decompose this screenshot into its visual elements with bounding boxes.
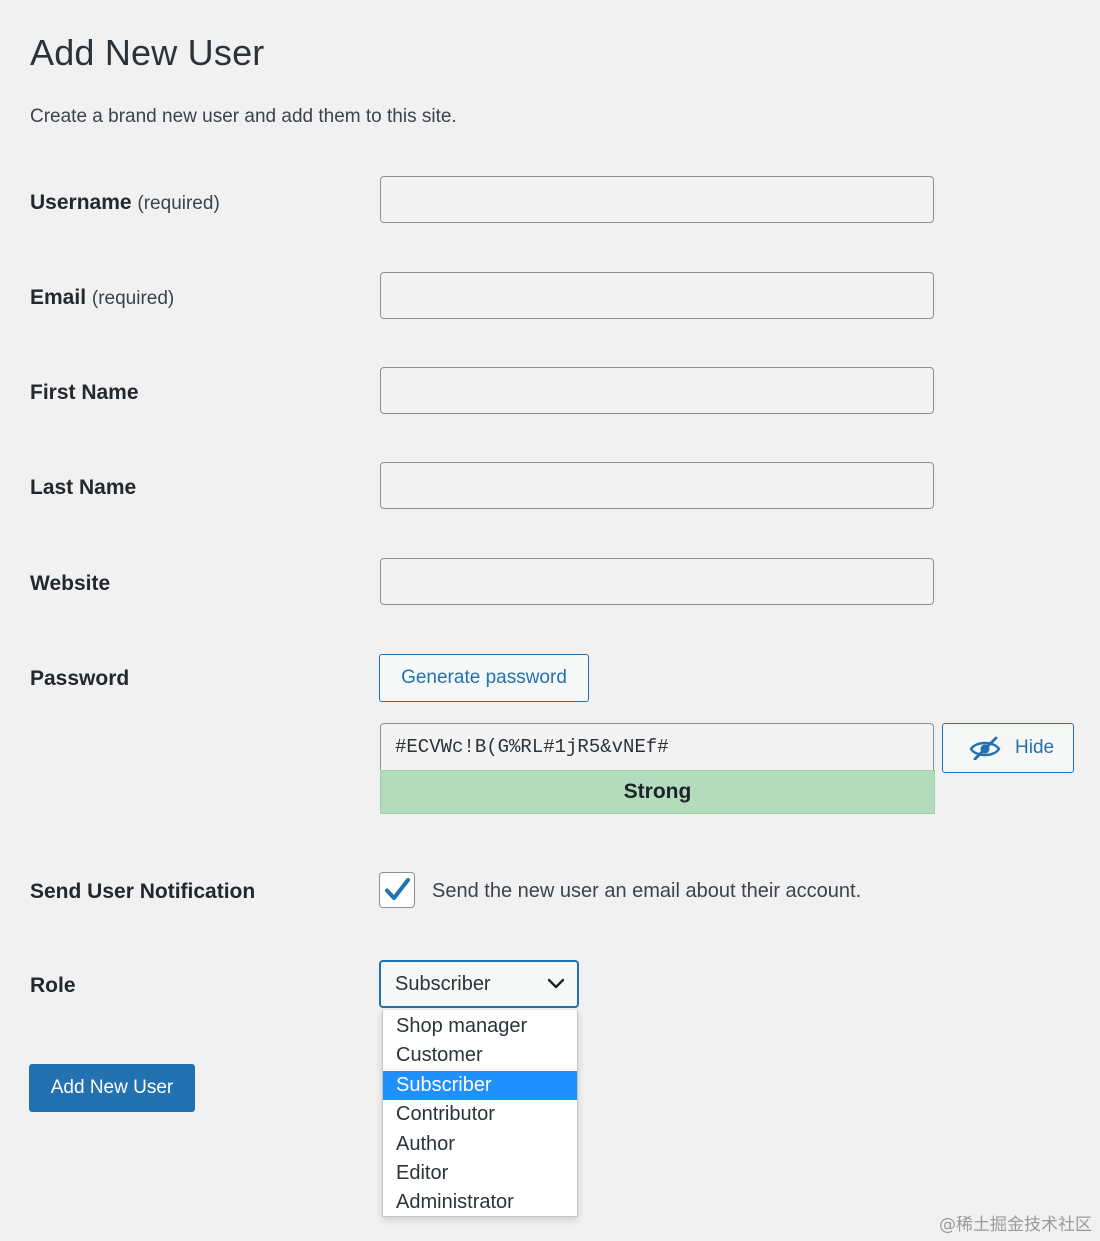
add-new-user-button[interactable]: Add New User (29, 1064, 195, 1112)
role-option-contributor[interactable]: Contributor (383, 1100, 577, 1129)
watermark: @稀土掘金技术社区 (939, 1215, 1092, 1235)
email-input[interactable] (380, 272, 934, 319)
add-new-user-button-label: Add New User (50, 1077, 174, 1098)
last-name-label: Last Name (30, 476, 137, 499)
hide-password-button[interactable]: Hide (942, 723, 1074, 773)
website-label: Website (30, 572, 111, 595)
send-notification-text: Send the new user an email about their a… (432, 880, 862, 902)
add-new-user-page: Add New User Create a brand new user and… (0, 0, 1100, 1241)
generate-password-label: Generate password (401, 667, 567, 688)
first-name-label: First Name (30, 381, 139, 404)
role-select-value: Subscriber (395, 972, 491, 995)
role-option-author[interactable]: Author (383, 1130, 577, 1159)
role-option-customer[interactable]: Customer (383, 1041, 577, 1070)
role-select[interactable]: Subscriber (379, 960, 579, 1008)
send-notification-checkbox[interactable] (379, 872, 415, 908)
page-description: Create a brand new user and add them to … (30, 106, 457, 127)
username-required-note: (required) (137, 193, 220, 214)
generate-password-button[interactable]: Generate password (379, 654, 589, 702)
website-input[interactable] (380, 558, 934, 605)
password-input[interactable] (380, 723, 934, 770)
email-label-text: Email (30, 286, 87, 309)
eye-slash-icon (969, 736, 1001, 760)
role-option-editor[interactable]: Editor (383, 1159, 577, 1188)
role-option-shop-manager[interactable]: Shop manager (383, 1012, 577, 1041)
username-label-text: Username (30, 191, 132, 214)
role-option-subscriber[interactable]: Subscriber (383, 1070, 577, 1101)
checkmark-icon (383, 876, 411, 904)
hide-password-label: Hide (1015, 737, 1055, 758)
page-title: Add New User (30, 32, 265, 73)
role-option-administrator[interactable]: Administrator (383, 1188, 577, 1217)
email-label: Email (required) (30, 286, 174, 310)
first-name-input[interactable] (380, 367, 934, 414)
username-input[interactable] (380, 176, 934, 223)
role-label: Role (30, 974, 76, 997)
last-name-input[interactable] (380, 462, 934, 509)
password-label: Password (30, 667, 130, 690)
role-dropdown-list: Shop manager Customer Subscriber Contrib… (382, 1010, 578, 1217)
send-notification-label: Send User Notification (30, 880, 256, 903)
username-label: Username (required) (30, 191, 220, 215)
chevron-down-icon (547, 978, 565, 990)
password-strength-label: Strong (623, 780, 692, 803)
password-strength-meter: Strong (380, 770, 935, 814)
email-required-note: (required) (91, 288, 175, 309)
